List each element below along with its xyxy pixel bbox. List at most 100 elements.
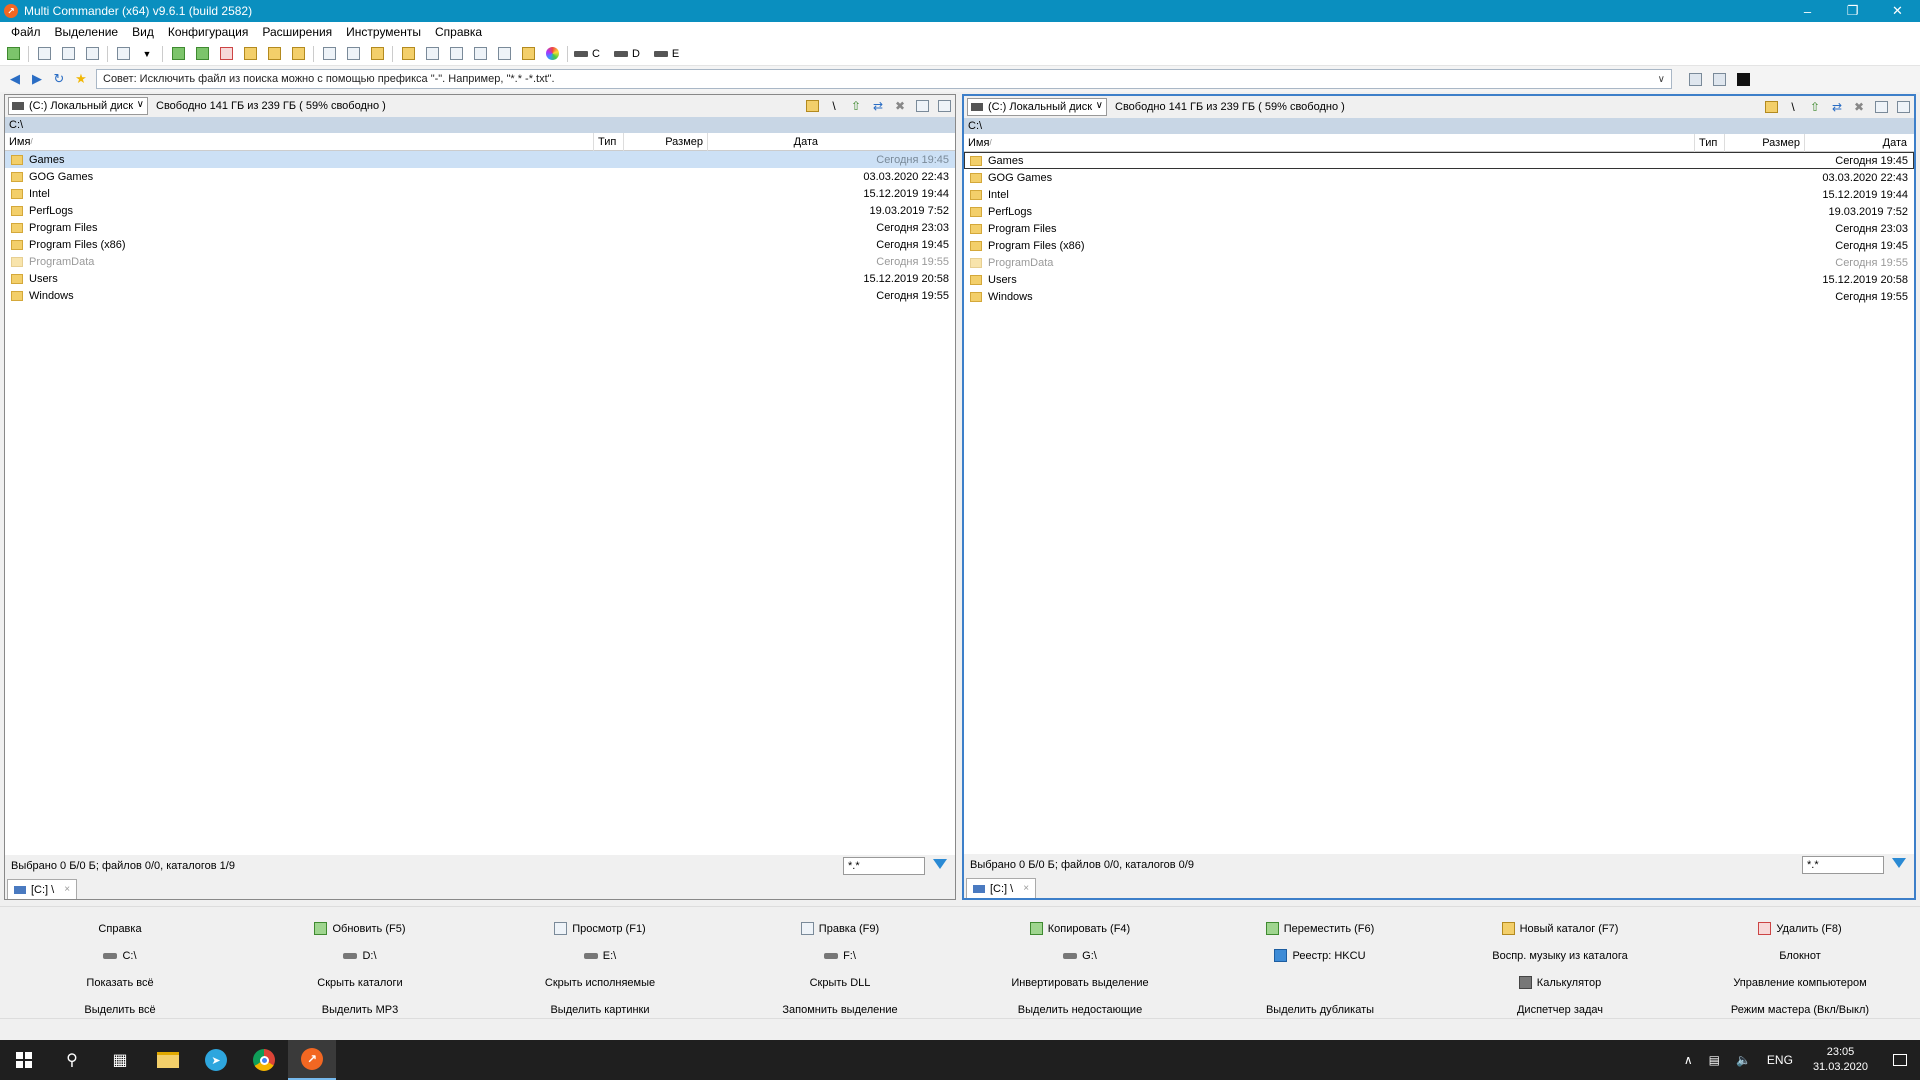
- drive-button-d[interactable]: D: [613, 48, 640, 60]
- chevron-down-icon[interactable]: ∨: [1658, 74, 1665, 85]
- path-bar[interactable]: C:\: [964, 118, 1914, 134]
- delete-button[interactable]: Удалить (F8): [1680, 915, 1920, 942]
- chevron-up-icon[interactable]: ∧: [1684, 1053, 1693, 1067]
- history-button[interactable]: ↻: [50, 70, 68, 88]
- file-explorer-button[interactable]: [144, 1040, 192, 1080]
- start-button[interactable]: [0, 1040, 48, 1080]
- color-picker-tool-button[interactable]: [543, 45, 561, 63]
- panel-settings-button[interactable]: [935, 98, 953, 114]
- column-type[interactable]: Тип: [594, 132, 624, 151]
- drive-f-button[interactable]: F:\: [720, 942, 960, 969]
- path-bar[interactable]: C:\: [5, 117, 955, 133]
- play-music-button[interactable]: Воспр. музыку из каталога: [1440, 942, 1680, 969]
- filter-icon[interactable]: [1892, 858, 1906, 868]
- column-date[interactable]: Дата: [708, 133, 822, 151]
- refresh-button[interactable]: Обновить (F5): [240, 915, 480, 942]
- computer-management-button[interactable]: Управление компьютером: [1680, 969, 1920, 996]
- drive-c-button[interactable]: C:\: [0, 942, 240, 969]
- list-button[interactable]: [1710, 70, 1728, 88]
- delete-file-tool-button[interactable]: [217, 45, 235, 63]
- swap-panels-button[interactable]: ⇄: [1828, 99, 1846, 115]
- clipboard-tool-button[interactable]: [495, 45, 513, 63]
- search-tool-button[interactable]: [320, 45, 338, 63]
- tab-c-drive[interactable]: [C:] \ ×: [7, 879, 78, 899]
- pin-button[interactable]: ✖: [891, 98, 909, 114]
- refresh-tool-button[interactable]: [4, 45, 22, 63]
- close-tab-icon[interactable]: ×: [1023, 883, 1029, 894]
- close-button[interactable]: ✕: [1875, 0, 1920, 22]
- file-row[interactable]: Program Files (x86) Сегодня 19:45: [5, 236, 955, 253]
- pencil-tool-button[interactable]: [519, 45, 537, 63]
- input-language[interactable]: ENG: [1767, 1053, 1793, 1067]
- layout-tool-button[interactable]: [114, 45, 132, 63]
- file-row[interactable]: Intel 15.12.2019 19:44: [5, 185, 955, 202]
- copy-tool-button[interactable]: [59, 45, 77, 63]
- clock[interactable]: 23:05 31.03.2020: [1813, 1045, 1868, 1075]
- drive-button-c[interactable]: C: [574, 48, 600, 60]
- favorites-button[interactable]: ★: [72, 70, 90, 88]
- telegram-button[interactable]: ➤: [192, 1040, 240, 1080]
- column-type[interactable]: Тип: [1695, 133, 1725, 152]
- console-button[interactable]: [1734, 70, 1752, 88]
- file-row[interactable]: PerfLogs 19.03.2019 7:52: [5, 202, 955, 219]
- file-row[interactable]: Users 15.12.2019 20:58: [964, 271, 1914, 288]
- forward-button[interactable]: ▶: [28, 70, 46, 88]
- view-mode-button[interactable]: [1872, 99, 1890, 115]
- file-row[interactable]: Program Files (x86) Сегодня 19:45: [964, 237, 1914, 254]
- root-button[interactable]: \: [825, 98, 843, 114]
- help-button[interactable]: Справка: [0, 915, 240, 942]
- doc-tool-button[interactable]: [447, 45, 465, 63]
- column-name[interactable]: Имя /: [5, 132, 594, 151]
- invert-selection-button[interactable]: Инвертировать выделение: [960, 969, 1200, 996]
- move-button[interactable]: Переместить (F6): [1200, 915, 1440, 942]
- filter-icon[interactable]: [933, 859, 947, 869]
- menu-help[interactable]: Справка: [428, 25, 489, 39]
- file-row[interactable]: ProgramData Сегодня 19:55: [5, 253, 955, 270]
- rename-tool-button[interactable]: [344, 45, 362, 63]
- file-row[interactable]: PerfLogs 19.03.2019 7:52: [964, 203, 1914, 220]
- new-folder-button[interactable]: Новый каталог (F7): [1440, 915, 1680, 942]
- edit-button[interactable]: Правка (F9): [720, 915, 960, 942]
- file-row[interactable]: Program Files Сегодня 23:03: [5, 219, 955, 236]
- filter-input[interactable]: *.*: [843, 857, 925, 875]
- menu-tools[interactable]: Инструменты: [339, 25, 428, 39]
- file-row[interactable]: GOG Games 03.03.2020 22:43: [5, 168, 955, 185]
- file-row[interactable]: Games Сегодня 19:45: [5, 151, 955, 168]
- file-row[interactable]: GOG Games 03.03.2020 22:43: [964, 169, 1914, 186]
- notification-button[interactable]: [1880, 1040, 1920, 1080]
- drive-selector[interactable]: (C:) Локальный диск ∨: [967, 98, 1107, 116]
- menu-selection[interactable]: Выделение: [48, 25, 126, 39]
- view-button[interactable]: Просмотр (F1): [480, 915, 720, 942]
- drive-e-button[interactable]: E:\: [480, 942, 720, 969]
- swap-panels-button[interactable]: ⇄: [869, 98, 887, 114]
- search-button[interactable]: ⚲: [48, 1040, 96, 1080]
- show-all-button[interactable]: Показать всё: [0, 969, 240, 996]
- menu-file[interactable]: Файл: [4, 25, 48, 39]
- menu-view[interactable]: Вид: [125, 25, 161, 39]
- folder-tool-button[interactable]: [289, 45, 307, 63]
- file-row[interactable]: Users 15.12.2019 20:58: [5, 270, 955, 287]
- cut-tool-button[interactable]: [35, 45, 53, 63]
- drive-g-button[interactable]: G:\: [960, 942, 1200, 969]
- column-size[interactable]: Размер: [624, 132, 708, 151]
- move-file-tool-button[interactable]: [193, 45, 211, 63]
- column-size[interactable]: Размер: [1725, 133, 1805, 152]
- notepad-button[interactable]: Блокнот: [1680, 942, 1920, 969]
- hide-dll-button[interactable]: Скрыть DLL: [720, 969, 960, 996]
- network-icon[interactable]: ▤: [1709, 1053, 1720, 1067]
- menu-extensions[interactable]: Расширения: [255, 25, 339, 39]
- chrome-button[interactable]: [240, 1040, 288, 1080]
- package-tool-button[interactable]: [265, 45, 283, 63]
- archive-tool-button[interactable]: [241, 45, 259, 63]
- pin-button[interactable]: ✖: [1850, 99, 1868, 115]
- hide-folders-button[interactable]: Скрыть каталоги: [240, 969, 480, 996]
- file-row[interactable]: Windows Сегодня 19:55: [964, 288, 1914, 305]
- doc2-tool-button[interactable]: [471, 45, 489, 63]
- menu-configuration[interactable]: Конфигурация: [161, 25, 256, 39]
- sync-tool-button[interactable]: [368, 45, 386, 63]
- drive-selector[interactable]: (C:) Локальный диск ∨: [8, 97, 148, 115]
- multi-commander-taskbar-button[interactable]: ↗: [288, 1040, 336, 1080]
- file-row[interactable]: Games Сегодня 19:45: [964, 152, 1914, 169]
- column-date[interactable]: Дата: [1805, 134, 1911, 152]
- layout-dropdown-button[interactable]: ▼: [138, 45, 156, 63]
